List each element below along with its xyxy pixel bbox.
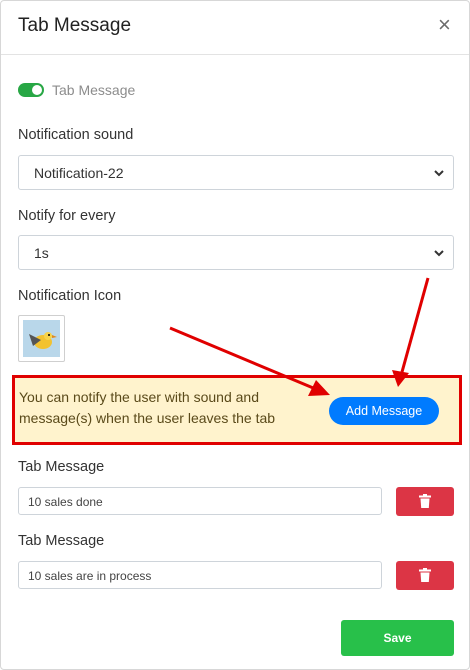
- delete-message-button-1[interactable]: [396, 487, 454, 516]
- callout-line-1: You can notify the user with sound and: [19, 389, 259, 405]
- dialog-title: Tab Message: [18, 15, 132, 36]
- tab-message-input-2[interactable]: 10 sales are in process: [18, 561, 382, 589]
- chevron-down-icon: [434, 170, 444, 177]
- tab-message-value-1: 10 sales done: [28, 495, 103, 509]
- notification-icon-picker[interactable]: [18, 315, 65, 362]
- add-message-button[interactable]: Add Message: [329, 397, 439, 425]
- notify-for-every-label: Notify for every: [18, 208, 116, 224]
- chevron-down-icon: [434, 250, 444, 257]
- tab-message-toggle[interactable]: [18, 83, 44, 97]
- delete-message-button-2[interactable]: [396, 561, 454, 590]
- notification-icon-label: Notification Icon: [18, 288, 122, 304]
- tab-message-value-2: 10 sales are in process: [28, 569, 152, 583]
- toggle-label: Tab Message: [52, 82, 136, 98]
- trash-icon: [419, 494, 431, 508]
- trash-icon: [419, 568, 431, 582]
- save-button[interactable]: Save: [341, 620, 454, 656]
- tab-message-dialog: Tab Message × Tab Message Notification s…: [0, 0, 470, 670]
- close-icon[interactable]: ×: [438, 13, 451, 37]
- dialog-header: Tab Message ×: [1, 1, 469, 55]
- notification-sound-select[interactable]: Notification-22: [18, 155, 454, 190]
- notify-frequency-value: 1s: [34, 245, 49, 261]
- toggle-knob: [32, 85, 42, 95]
- notification-sound-value: Notification-22: [34, 165, 124, 181]
- tab-message-label-1: Tab Message: [18, 459, 105, 475]
- tab-message-input-1[interactable]: 10 sales done: [18, 487, 382, 515]
- add-message-callout: You can notify the user with sound and m…: [12, 375, 462, 445]
- bird-thumbnail-icon: [23, 320, 60, 357]
- callout-line-2: message(s) when the user leaves the tab: [19, 410, 276, 426]
- callout-text: You can notify the user with sound and m…: [19, 387, 309, 429]
- notify-frequency-select[interactable]: 1s: [18, 235, 454, 270]
- tab-message-label-2: Tab Message: [18, 533, 105, 549]
- notification-sound-label: Notification sound: [18, 127, 134, 143]
